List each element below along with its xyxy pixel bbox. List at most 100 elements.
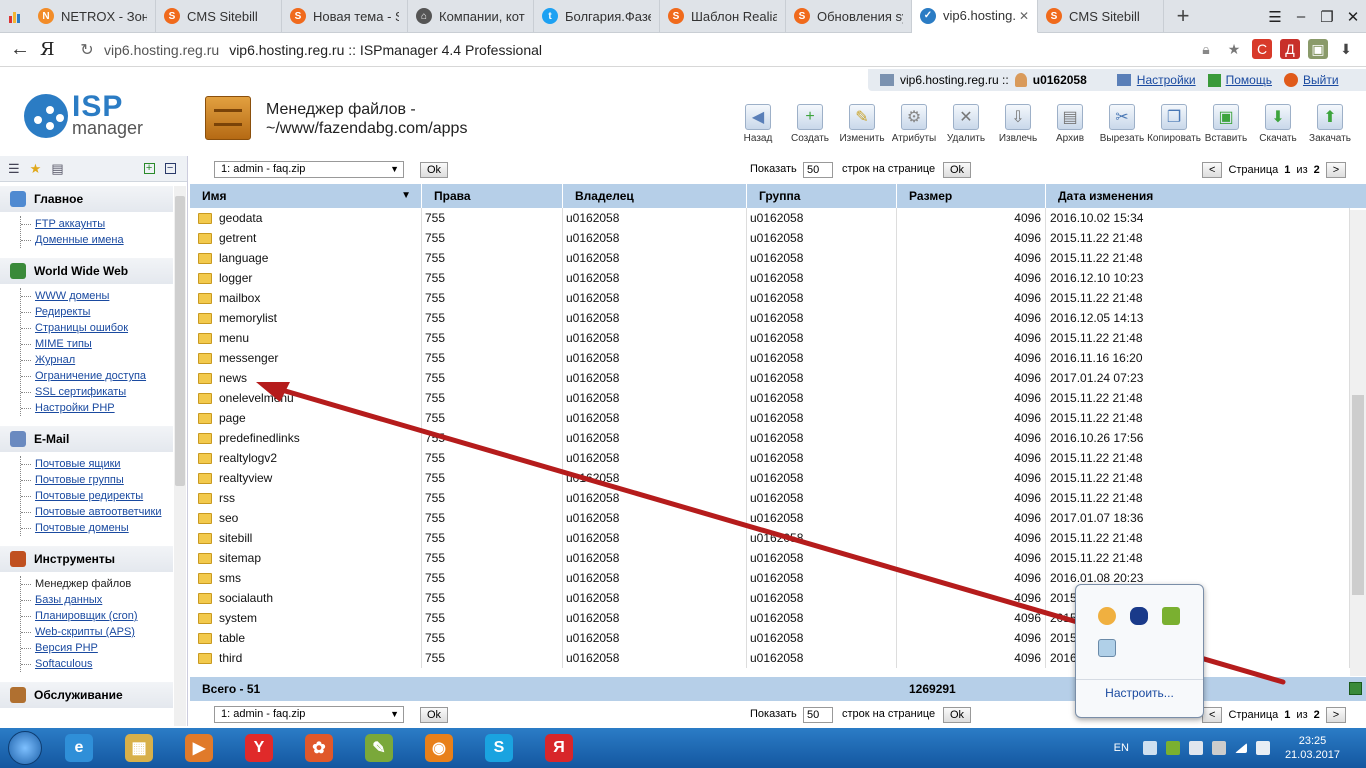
table-row[interactable]: getrent 755 u0162058 u0162058 4096 2015.11.22… [190, 228, 1350, 248]
table-row[interactable]: news 755 u0162058 u0162058 4096 2017.01.24 07… [190, 368, 1350, 388]
toolbar-button[interactable]: ⚙ Атрибуты [888, 104, 940, 144]
show-hidden-icons-icon[interactable] [1142, 741, 1157, 755]
yandex-logo[interactable]: Я [40, 39, 70, 60]
action-center-flag-icon[interactable] [1188, 741, 1203, 755]
sidebar-item[interactable]: Редиректы [21, 304, 187, 320]
expand-all-icon[interactable]: + [143, 163, 155, 174]
sidebar-item[interactable]: Web-скрипты (APS) [21, 624, 187, 640]
sidebar-item[interactable]: Softaculous [21, 656, 187, 672]
browser-tab[interactable]: S CMS Sitebill [1038, 0, 1164, 33]
table-row[interactable]: realtylogv2 755 u0162058 u0162058 4096 2015.1… [190, 448, 1350, 468]
sidebar-item[interactable]: Базы данных [21, 592, 187, 608]
signal-icon[interactable] [1234, 743, 1247, 753]
filter-ok-button[interactable]: Ok [420, 162, 449, 178]
sidebar-item[interactable]: SSL сертификаты [21, 384, 187, 400]
sidebar-item[interactable]: Почтовые домены [21, 520, 187, 536]
taskbar-app[interactable]: ✎ [350, 729, 408, 767]
toolbar-button[interactable]: ✂ Вырезать [1096, 104, 1148, 144]
rows-ok-button[interactable]: Ok [943, 162, 972, 178]
browser-tab[interactable]: S Шаблон Realia [660, 0, 786, 33]
table-row[interactable]: rss 755 u0162058 u0162058 4096 2015.11.22 21:… [190, 488, 1350, 508]
rows-per-page-input-bottom[interactable]: 50 [803, 707, 833, 723]
taskbar-app[interactable]: Я [530, 729, 588, 767]
back-icon[interactable]: ← [0, 38, 40, 61]
prev-page-button-bottom[interactable]: < [1202, 707, 1223, 723]
table-row[interactable]: memorylist 755 u0162058 u0162058 4096 2016.12… [190, 308, 1350, 328]
start-button[interactable] [0, 728, 50, 768]
tray-green-icon[interactable] [1162, 607, 1180, 625]
star-icon[interactable]: ★ [1224, 39, 1244, 59]
table-row[interactable]: sitemap 755 u0162058 u0162058 4096 2015.11.22… [190, 548, 1350, 568]
table-row[interactable]: onelevelmenu 755 u0162058 u0162058 4096 2015.… [190, 388, 1350, 408]
toolbar-button[interactable]: + Создать [784, 104, 836, 144]
tray-disk-icon[interactable] [1098, 607, 1116, 625]
lock-icon[interactable]: 🔒︎ [1196, 39, 1216, 59]
col-modified[interactable]: Дата изменения [1046, 184, 1366, 208]
reload-icon[interactable]: ↻ [70, 40, 104, 60]
close-window-icon[interactable]: ✕ [1340, 8, 1366, 26]
table-row[interactable]: realtyview 755 u0162058 u0162058 4096 2015.11… [190, 468, 1350, 488]
col-size[interactable]: Размер [897, 184, 1046, 208]
prev-page-button[interactable]: < [1202, 162, 1223, 178]
isp-manager-logo[interactable]: ISP manager [22, 90, 162, 142]
sidebar-group-header[interactable]: Главное [0, 186, 173, 212]
browser-tab[interactable]: ✓ vip6.hosting.r ✕ [912, 0, 1038, 33]
rows-per-page-input[interactable]: 50 [803, 162, 833, 178]
toolbar-button[interactable]: ⬇ Скачать [1252, 104, 1304, 144]
extension-icon[interactable]: C [1252, 39, 1272, 59]
logout-link[interactable]: Выйти [1303, 73, 1339, 87]
sidebar-item[interactable]: WWW домены [21, 288, 187, 304]
sidebar-item[interactable]: Почтовые группы [21, 472, 187, 488]
favorites-star-icon[interactable]: ★ [30, 161, 42, 177]
url-host[interactable]: vip6.hosting.reg.ru [104, 42, 219, 58]
taskbar-app[interactable]: Y [230, 729, 288, 767]
sidebar-group-header[interactable]: World Wide Web [0, 258, 173, 284]
rows-ok-button-bottom[interactable]: Ok [943, 707, 972, 723]
col-rights[interactable]: Права [422, 184, 563, 208]
table-row[interactable]: page 755 u0162058 u0162058 4096 2015.11.22 21… [190, 408, 1350, 428]
configure-link[interactable]: Настроить... [1076, 679, 1203, 700]
sidebar-item[interactable]: Почтовые редиректы [21, 488, 187, 504]
tray-app-icon[interactable] [1098, 639, 1116, 657]
col-owner[interactable]: Владелец [563, 184, 747, 208]
sidebar-item[interactable]: Настройки PHP [21, 400, 187, 416]
taskbar-app[interactable]: e [50, 729, 108, 767]
table-row[interactable]: sitebill 755 u0162058 u0162058 4096 2015.11.2… [190, 528, 1350, 548]
sidebar-item[interactable]: Страницы ошибок [21, 320, 187, 336]
table-row[interactable]: logger 755 u0162058 u0162058 4096 2016.12.10 … [190, 268, 1350, 288]
taskbar-app[interactable]: S [470, 729, 528, 767]
help-link[interactable]: Помощь [1226, 73, 1272, 87]
image-icon[interactable]: ▣ [1308, 39, 1328, 59]
browser-tab[interactable]: S CMS Sitebill [156, 0, 282, 33]
minimize-icon[interactable]: – [1288, 8, 1314, 25]
excel-export-icon[interactable] [1349, 682, 1362, 695]
sidebar-item[interactable]: Журнал [21, 352, 187, 368]
sidebar-item[interactable]: Доменные имена [21, 232, 187, 248]
next-page-button-bottom[interactable]: > [1325, 707, 1347, 723]
toolbar-button[interactable]: ◀ Назад [732, 104, 784, 144]
table-row[interactable]: messenger 755 u0162058 u0162058 4096 2016.11.… [190, 348, 1350, 368]
filter-select[interactable]: 1: admin - faq.zip [214, 161, 404, 178]
browser-tab[interactable]: S Обновления sy [786, 0, 912, 33]
filter-select-bottom[interactable]: 1: admin - faq.zip [214, 706, 404, 723]
toolbar-button[interactable]: ❐ Копировать [1147, 104, 1201, 144]
sidebar-item[interactable]: Почтовые ящики [21, 456, 187, 472]
browser-tab[interactable]: N NETROX - Зона [30, 0, 156, 33]
battery-icon[interactable] [1211, 741, 1226, 755]
browser-tab[interactable]: ⌂ Компании, котс [408, 0, 534, 33]
taskbar-app[interactable]: ◉ [410, 729, 468, 767]
next-page-button[interactable]: > [1325, 162, 1347, 178]
sidebar-item[interactable]: FTP аккаунты [21, 216, 187, 232]
url-page-title[interactable]: vip6.hosting.reg.ru :: ISPmanager 4.4 Pr… [229, 42, 542, 58]
sidebar-group-header[interactable]: Инструменты [0, 546, 173, 572]
toolbar-button[interactable]: ▣ Вставить [1200, 104, 1252, 144]
taskbar-app[interactable]: ▦ [110, 729, 168, 767]
toolbar-button[interactable]: ⬆ Закачать [1304, 104, 1356, 144]
tray-network-app-icon[interactable] [1165, 741, 1180, 755]
sidebar-item[interactable]: Планировщик (cron) [21, 608, 187, 624]
table-row[interactable]: predefinedlinks 755 u0162058 u0162058 4096 20… [190, 428, 1350, 448]
list-view-icon[interactable]: ☰ [8, 161, 20, 177]
toolbar-button[interactable]: ⇩ Извлечь [992, 104, 1044, 144]
sidebar-item[interactable]: Почтовые автоответчики [21, 504, 187, 520]
bluetooth-icon[interactable] [1130, 607, 1148, 625]
